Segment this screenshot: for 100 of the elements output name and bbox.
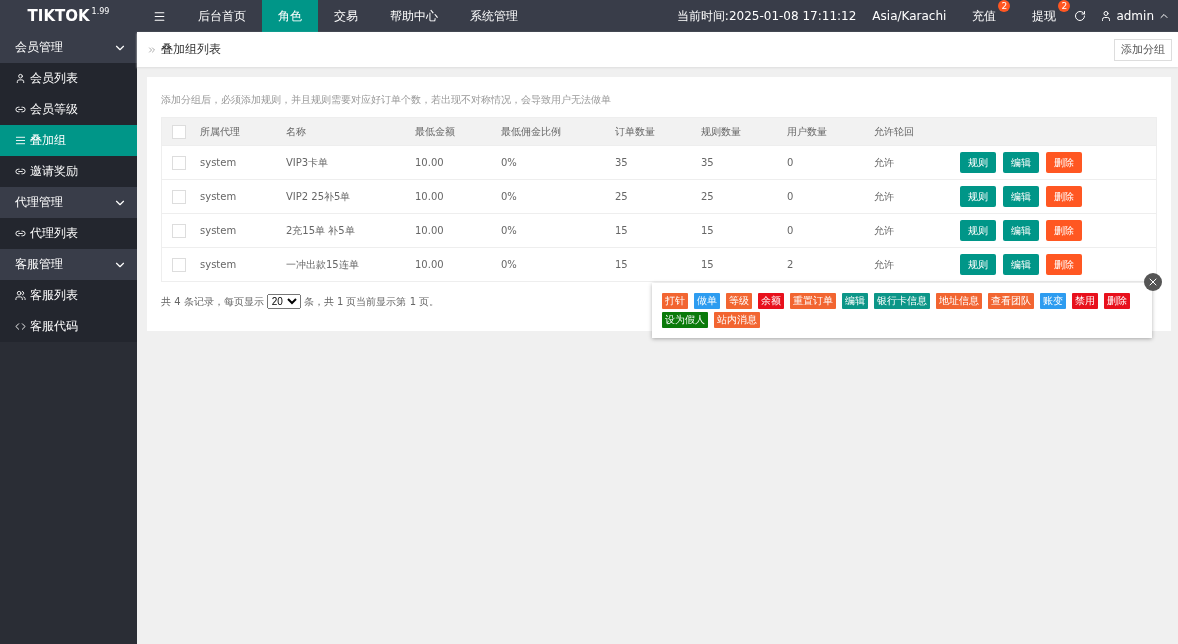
table-cell-text: 0% [501,259,518,270]
column-header: 规则数量 [701,124,742,139]
sidebar-item[interactable]: 邀请奖励 [0,156,137,187]
table-cell-text: 15 [701,259,715,270]
checkbox[interactable] [172,155,186,170]
nav-tab[interactable]: 角色 [262,0,318,32]
table-cell-text: 10.00 [415,157,445,168]
sidebar-group[interactable]: 代理管理 [0,187,137,218]
count-badge: 2 [1058,0,1071,12]
table-cell-text: VIP3卡单 [286,155,330,170]
table-cell-text: 0 [787,225,795,236]
table-cell-text: 0% [501,157,518,168]
table-cell-text: 25 [701,191,715,202]
action-tag[interactable]: 重置订单 [790,293,836,309]
table-cell-text: 0% [501,191,518,202]
column-header: 订单数量 [615,124,656,139]
pagination-text: 条，共 1 页当前显示第 1 页。 [303,294,440,309]
table-cell-text: 10.00 [415,225,445,236]
brand-logo: TIKTOK [27,7,90,25]
table-cell-text: 35 [615,157,629,168]
column-header: 所属代理 [200,124,241,139]
sidebar-item[interactable]: 客服代码 [0,311,137,342]
table-cell-text: 10.00 [415,191,445,202]
action-tag[interactable]: 查看团队 [988,293,1034,309]
table-cell-text: 2 [787,259,795,270]
topbar-link[interactable]: 充值 2 [954,0,1015,32]
user-menu[interactable]: admin [1086,9,1178,23]
refresh-icon[interactable] [1074,10,1087,22]
action-tag[interactable]: 账变 [1040,293,1066,309]
topbar-link[interactable]: 提现 2 [1014,0,1075,32]
column-header: 用户数量 [787,124,828,139]
sidebar-item[interactable]: 叠加组 [0,125,137,156]
action-button[interactable]: 编辑 [1003,254,1039,275]
action-button[interactable]: 删除 [1046,152,1082,173]
close-icon[interactable] [1144,273,1162,291]
user-icon [1100,10,1113,22]
action-tag[interactable]: 做单 [694,293,720,309]
action-tag[interactable]: 设为假人 [662,312,708,328]
action-tag[interactable]: 银行卡信息 [874,293,930,309]
nav-tab[interactable]: 系统管理 [454,0,534,32]
count-badge: 2 [998,0,1011,12]
page-size-select[interactable]: 20 [266,294,301,309]
nav-tab[interactable]: 交易 [318,0,374,32]
action-button[interactable]: 编辑 [1003,220,1039,241]
action-tag[interactable]: 编辑 [842,293,868,309]
link-icon [15,166,26,177]
sidebar-group[interactable]: 会员管理 [0,32,137,63]
action-button[interactable]: 规则 [960,254,996,275]
action-button[interactable]: 删除 [1046,186,1082,207]
checkbox[interactable] [172,223,186,238]
action-button[interactable]: 删除 [1046,220,1082,241]
action-tag[interactable]: 禁用 [1072,293,1098,309]
breadcrumb: 叠加组列表 [147,41,221,58]
users-icon [15,290,26,301]
action-tag[interactable]: 地址信息 [936,293,982,309]
notice-text: 添加分组后，必须添加规则，并且规则需要对应好订单个数，若出现不对称情况，会导致用户无法做单 [161,93,612,107]
table-cell-text: 10.00 [415,259,445,270]
action-button[interactable]: 规则 [960,186,996,207]
column-header: 最低佣金比例 [501,124,562,139]
table-cell-text: 15 [701,225,715,236]
action-tag[interactable]: 站内消息 [714,312,760,328]
table-cell-text: 允许 [874,155,895,170]
checkbox[interactable] [172,124,186,139]
link-icon [15,104,26,115]
user-icon [15,73,26,84]
table-cell-text: 允许 [874,257,895,272]
list-icon [15,135,26,146]
action-button[interactable]: 编辑 [1003,152,1039,173]
nav-tab[interactable]: 后台首页 [182,0,262,32]
action-button[interactable]: 规则 [960,220,996,241]
table-cell-text: 15 [615,259,629,270]
table-cell-text: 一冲出款15连单 [286,257,360,272]
table-cell-text: system [200,225,238,236]
version-label: 1.99 [91,7,110,16]
add-group-button[interactable]: 添加分组 [1114,38,1172,61]
checkbox[interactable] [172,189,186,204]
column-header: 允许轮回 [874,124,915,139]
sidebar-item[interactable]: 会员列表 [0,63,137,94]
table-cell-text: system [200,157,238,168]
timezone-label: Asia/Karachi [871,9,948,23]
table-cell-text: 允许 [874,223,895,238]
table-cell-text: VIP2 25补5单 [286,189,352,204]
action-button[interactable]: 编辑 [1003,186,1039,207]
sidebar-item[interactable]: 客服列表 [0,280,137,311]
action-button[interactable]: 删除 [1046,254,1082,275]
checkbox[interactable] [172,257,186,272]
table-cell-text: 0 [787,157,795,168]
action-tag[interactable]: 打针 [662,293,688,309]
action-tag[interactable]: 余额 [758,293,784,309]
action-button[interactable]: 规则 [960,152,996,173]
sidebar-item[interactable]: 代理列表 [0,218,137,249]
pagination-text: 共 4 条记录，每页显示 [161,294,264,309]
code-icon [15,321,26,332]
sidebar-item[interactable]: 会员等级 [0,94,137,125]
table-cell-text: 15 [615,225,629,236]
action-tag[interactable]: 删除 [1104,293,1130,309]
table-cell-text: system [200,259,238,270]
nav-tab[interactable]: 帮助中心 [374,0,454,32]
sidebar-group[interactable]: 客服管理 [0,249,137,280]
action-tag[interactable]: 等级 [726,293,752,309]
